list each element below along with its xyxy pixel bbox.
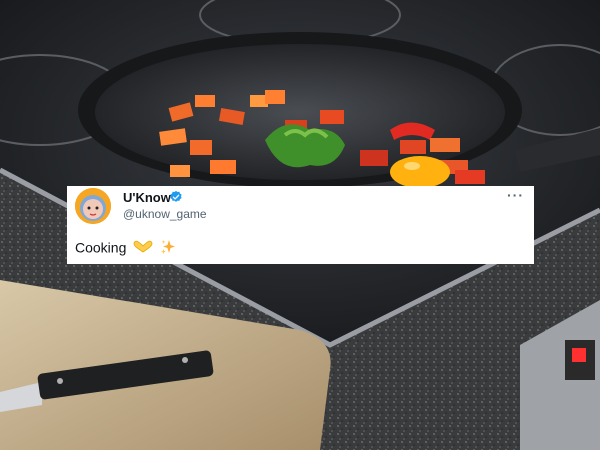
avatar-character-icon bbox=[75, 188, 111, 224]
sparkles-emoji-icon bbox=[161, 240, 176, 255]
display-name[interactable]: U'Know bbox=[123, 190, 171, 205]
tweet-text: Cooking bbox=[75, 239, 127, 256]
verified-badge-icon bbox=[170, 190, 182, 202]
tweet-text-row: Cooking bbox=[75, 238, 176, 255]
profile-avatar[interactable] bbox=[75, 188, 111, 224]
heart-hands-emoji-icon bbox=[133, 241, 153, 253]
user-handle[interactable]: @uknow_game bbox=[123, 207, 207, 221]
more-options-button[interactable]: ··· bbox=[507, 187, 524, 203]
meme-card: U'Know @uknow_game ··· Cooking bbox=[0, 0, 600, 450]
tweet-card: U'Know @uknow_game ··· Cooking bbox=[67, 186, 534, 264]
